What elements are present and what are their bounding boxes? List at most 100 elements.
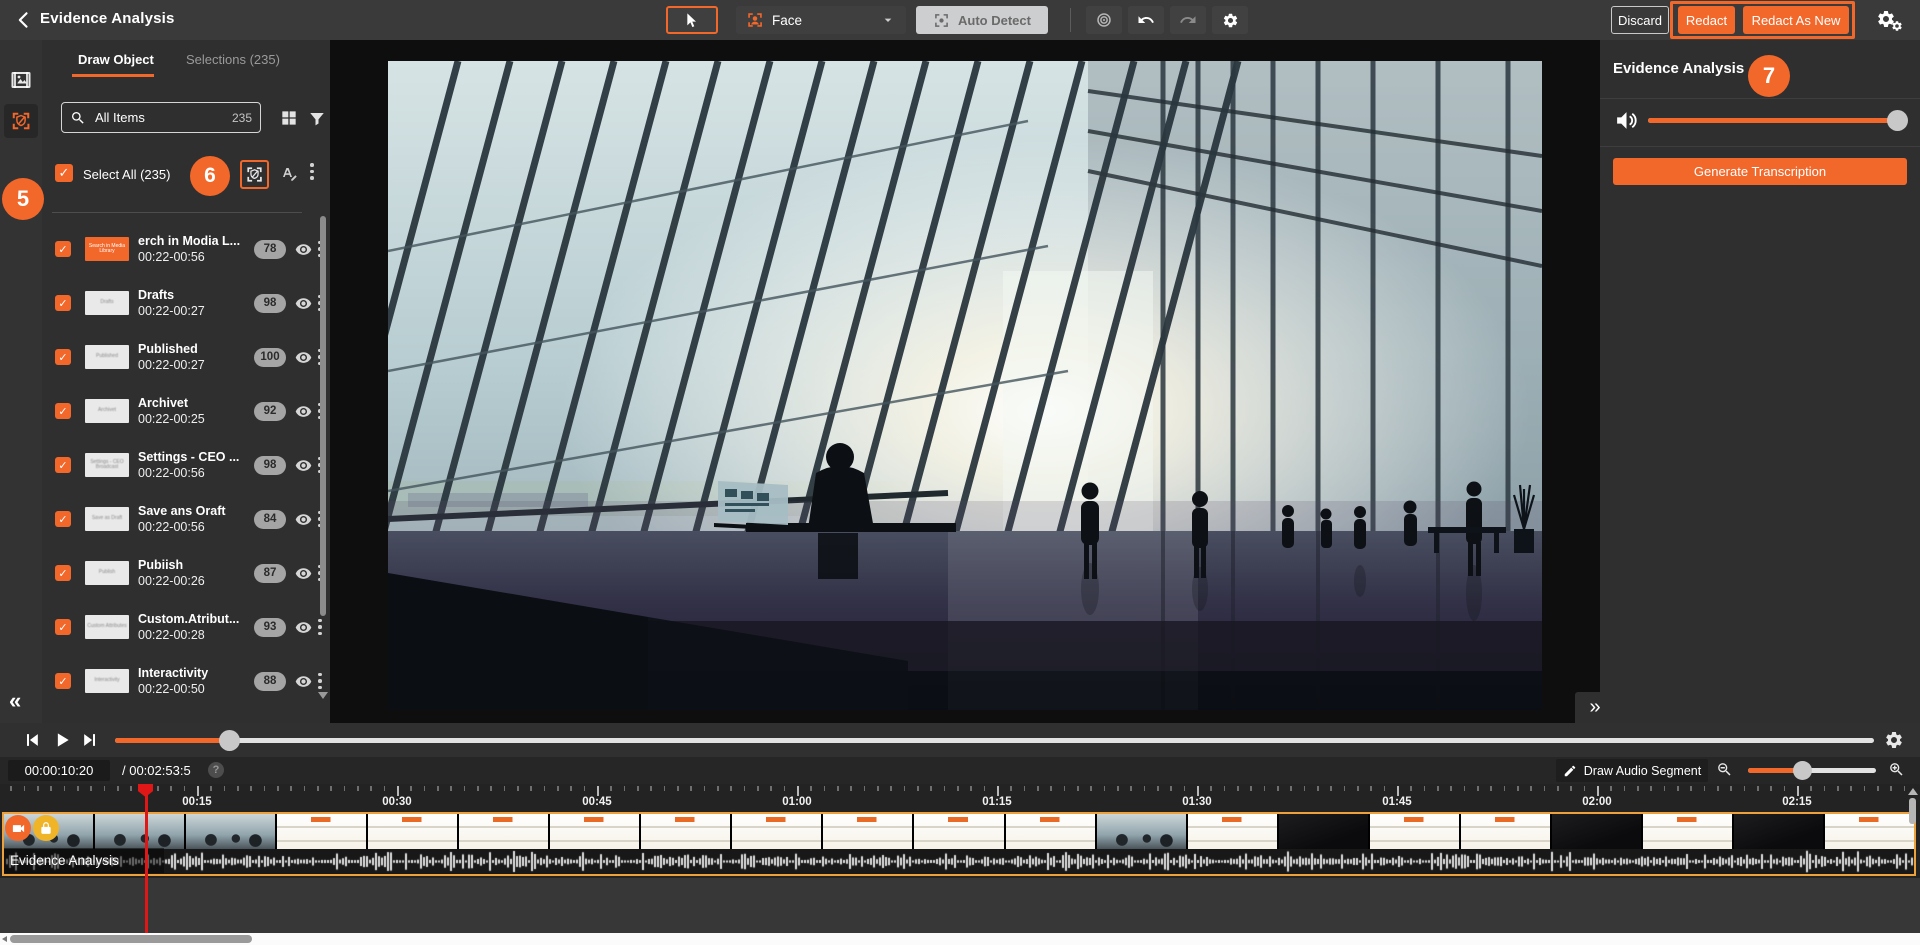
visibility-eye-icon[interactable] — [295, 403, 312, 420]
visibility-eye-icon[interactable] — [295, 241, 312, 258]
search-box[interactable]: 235 — [61, 102, 261, 133]
ruler-label: 02:00 — [1582, 796, 1611, 808]
scrollbar-thumb[interactable] — [10, 935, 252, 943]
settings-button[interactable] — [1212, 6, 1248, 34]
item-name: Pubiish — [138, 558, 250, 572]
visibility-eye-icon[interactable] — [295, 673, 312, 690]
video-progress-knob[interactable] — [219, 730, 240, 751]
volume-slider[interactable] — [1648, 118, 1905, 123]
redact-button[interactable]: Redact — [1678, 6, 1735, 34]
object-list-item[interactable]: ✓ Drafts Drafts 00:22-00:27 98 — [42, 276, 324, 330]
timeline-scroll-up-arrow[interactable] — [1908, 788, 1918, 795]
object-list-item[interactable]: ✓ Liv... — [42, 708, 324, 723]
item-checkbox[interactable]: ✓ — [55, 349, 71, 365]
collapse-sidebar-chevrons[interactable]: « — [9, 688, 19, 714]
snap-target-button[interactable] — [1086, 6, 1122, 34]
timeline-horizontal-scrollbar[interactable] — [0, 933, 1920, 945]
volume-speaker-icon[interactable] — [1614, 108, 1639, 133]
search-input[interactable] — [93, 109, 203, 126]
timeline-zoom-slider[interactable] — [1748, 768, 1876, 773]
back-icon[interactable] — [14, 10, 34, 30]
object-list-item[interactable]: ✓ Custom Attributes Custom.Atribut... 00… — [42, 600, 324, 654]
redo-button[interactable] — [1170, 6, 1206, 34]
timeline-zoom-in-icon[interactable] — [1888, 761, 1905, 778]
help-icon[interactable]: ? — [208, 762, 224, 778]
item-thumbnail: Archivet — [85, 399, 129, 423]
visibility-eye-icon[interactable] — [295, 349, 312, 366]
scroll-left-arrow[interactable] — [2, 936, 7, 942]
item-time-range: 00:22-00:56 — [138, 466, 250, 480]
play-button[interactable] — [52, 730, 72, 750]
item-checkbox[interactable]: ✓ — [55, 241, 71, 257]
generate-transcription-button[interactable]: Generate Transcription — [1613, 158, 1907, 185]
redact-as-new-button[interactable]: Redact As New — [1743, 6, 1849, 34]
timeline-zoom-out-icon[interactable] — [1716, 761, 1733, 778]
object-list-item[interactable]: ✓ Settings - CEO Broadcast Settings - CE… — [42, 438, 324, 492]
grid-view-icon[interactable] — [279, 108, 299, 128]
timeline-vertical-scrollbar[interactable] — [1909, 798, 1916, 824]
draw-audio-segment-label: Draw Audio Segment — [1584, 764, 1701, 778]
video-still-office-scene — [388, 61, 1542, 710]
item-more-menu[interactable] — [318, 619, 322, 636]
item-name: Interactivity — [138, 666, 250, 680]
ruler-tick — [384, 786, 386, 791]
timeline-ruler[interactable]: 00:1500:3000:4501:0001:1501:3001:4502:00… — [0, 784, 1920, 812]
draw-audio-segment-button[interactable]: Draw Audio Segment — [1556, 759, 1708, 782]
timeline-video-track[interactable]: Evidence Analysis — [2, 812, 1916, 876]
item-more-menu[interactable] — [318, 673, 322, 690]
ruler-tick — [317, 786, 319, 791]
item-checkbox[interactable]: ✓ — [55, 295, 71, 311]
object-list-item[interactable]: ✓ Published Published 00:22-00:27 100 — [42, 330, 324, 384]
tab-selections[interactable]: Selections (235) — [186, 52, 280, 67]
select-all-more-menu[interactable] — [310, 163, 314, 180]
select-all-checkbox[interactable]: ✓ — [55, 164, 73, 182]
timeline[interactable]: 00:1500:3000:4501:0001:1501:3001:4502:00… — [0, 784, 1920, 933]
visibility-eye-icon[interactable] — [295, 511, 312, 528]
ruler-tick — [690, 786, 692, 791]
list-scroll-down-arrow[interactable] — [318, 692, 328, 699]
list-scrollbar[interactable] — [320, 216, 326, 616]
advanced-settings-button[interactable] — [1876, 9, 1906, 33]
rename-attribute-icon[interactable] — [280, 165, 298, 183]
video-frame[interactable] — [388, 61, 1542, 710]
object-list-item[interactable]: ✓ Search in Media Library erch in Modia … — [42, 222, 324, 276]
visibility-eye-icon[interactable] — [295, 457, 312, 474]
filmstrip — [4, 814, 1914, 849]
video-progress-bar[interactable] — [115, 738, 1874, 743]
lock-badge[interactable] — [33, 815, 59, 841]
undo-button[interactable] — [1128, 6, 1164, 34]
ruler-tick — [970, 786, 972, 791]
frame-back-button[interactable] — [22, 730, 42, 750]
filter-icon[interactable] — [308, 110, 326, 128]
frame-forward-button[interactable] — [80, 730, 100, 750]
player-settings-gear-icon[interactable] — [1884, 730, 1904, 750]
object-list-item[interactable]: ✓ Archivet Archivet 00:22-00:25 92 — [42, 384, 324, 438]
visibility-eye-icon[interactable] — [295, 565, 312, 582]
auto-detect-button[interactable]: Auto Detect — [916, 6, 1048, 34]
playhead-line[interactable] — [145, 784, 148, 933]
item-checkbox[interactable]: ✓ — [55, 565, 71, 581]
tab-draw-object[interactable]: Draw Object — [78, 52, 154, 67]
detection-type-dropdown[interactable]: Face — [736, 6, 906, 34]
item-checkbox[interactable]: ✓ — [55, 619, 71, 635]
ruler-tick — [1850, 786, 1852, 791]
redaction-tool-button[interactable] — [4, 104, 38, 138]
ruler-tick — [1890, 786, 1892, 791]
item-checkbox[interactable]: ✓ — [55, 457, 71, 473]
discard-button[interactable]: Discard — [1611, 6, 1669, 34]
item-checkbox[interactable]: ✓ — [55, 511, 71, 527]
object-list-item[interactable]: ✓ Interactivity Interactivity 00:22-00:5… — [42, 654, 324, 708]
redact-selected-button[interactable] — [240, 160, 269, 189]
objects-sidebar: Draw Object Selections (235) 235 ✓ Selec… — [42, 40, 330, 723]
volume-slider-knob[interactable] — [1887, 110, 1908, 131]
object-list-item[interactable]: ✓ Save as Draft Save ans Oraft 00:22-00:… — [42, 492, 324, 546]
media-library-icon[interactable] — [9, 68, 33, 92]
object-list-item[interactable]: ✓ Publish Pubiish 00:22-00:26 87 — [42, 546, 324, 600]
item-thumbnail: Publish — [85, 561, 129, 585]
visibility-eye-icon[interactable] — [295, 295, 312, 312]
item-checkbox[interactable]: ✓ — [55, 403, 71, 419]
item-checkbox[interactable]: ✓ — [55, 673, 71, 689]
select-cursor-tool-button[interactable] — [666, 6, 718, 34]
visibility-eye-icon[interactable] — [295, 619, 312, 636]
timeline-zoom-knob[interactable] — [1793, 761, 1812, 780]
